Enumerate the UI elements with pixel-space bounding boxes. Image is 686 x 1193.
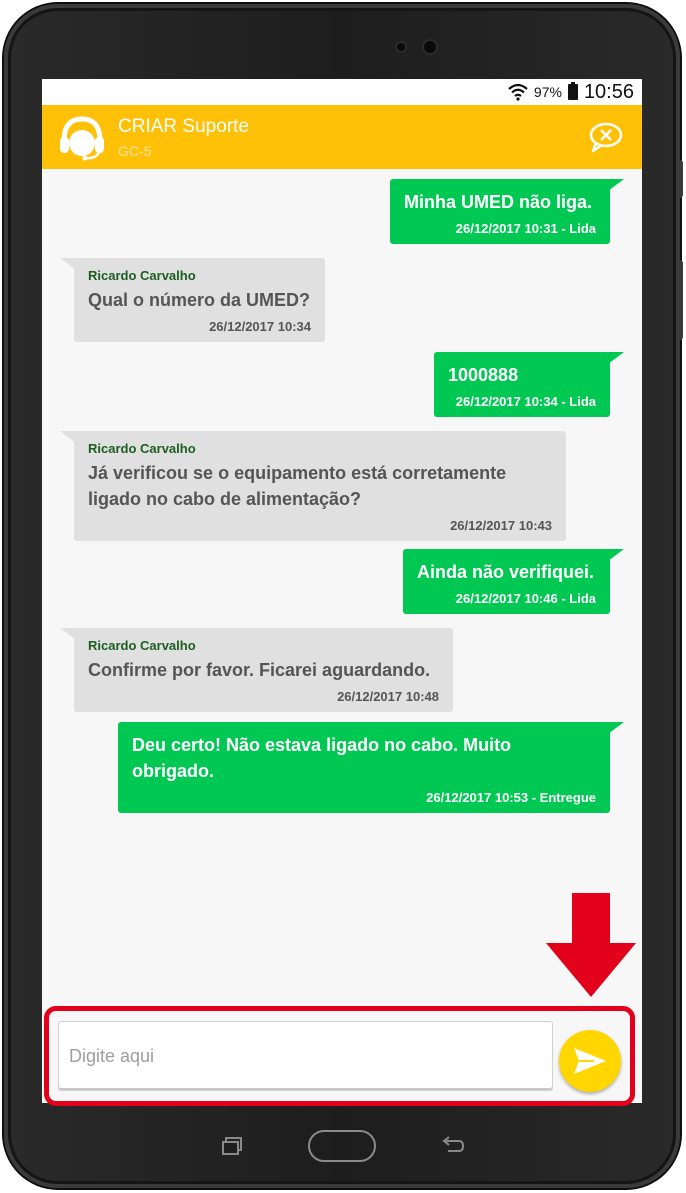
power-button: [677, 260, 683, 340]
message-incoming: Ricardo Carvalho Confirme por favor. Fic…: [74, 628, 453, 712]
message-input[interactable]: [58, 1021, 553, 1091]
send-button[interactable]: [559, 1030, 621, 1092]
message-incoming: Ricardo Carvalho Qual o número da UMED? …: [74, 258, 325, 342]
message-text: Deu certo! Não estava ligado no cabo. Mu…: [132, 735, 512, 781]
message-timestamp: 26/12/2017 10:31 - Lida: [455, 221, 596, 236]
message-sender: Ricardo Carvalho: [88, 441, 196, 456]
message-text: Confirme por favor. Ficarei aguardando.: [88, 660, 431, 680]
wifi-icon: [508, 83, 528, 101]
home-button[interactable]: [308, 1130, 376, 1162]
message-list: Minha UMED não liga. 26/12/2017 10:31 - …: [42, 169, 642, 1003]
message-sender: Ricardo Carvalho: [88, 268, 196, 283]
battery-icon: [567, 82, 578, 100]
message-text: 1000888: [448, 365, 519, 385]
message-timestamp: 26/12/2017 10:34 - Lida: [455, 394, 596, 409]
message-outgoing: Minha UMED não liga. 26/12/2017 10:31 - …: [390, 179, 610, 244]
message-timestamp: 26/12/2017 10:34: [209, 319, 311, 334]
message-timestamp: 26/12/2017 10:46 - Lida: [455, 591, 596, 606]
message-text: Já verificou se o equipamento está corre…: [88, 463, 507, 509]
sensor: [397, 43, 405, 51]
back-icon[interactable]: [440, 1136, 464, 1156]
close-chat-icon[interactable]: [588, 121, 624, 153]
message-outgoing: Ainda não verifiquei. 26/12/2017 10:46 -…: [403, 549, 610, 614]
message-timestamp: 26/12/2017 10:43: [450, 518, 552, 533]
message-incoming: Ricardo Carvalho Já verificou se o equip…: [74, 431, 566, 541]
message-text: Qual o número da UMED?: [88, 290, 311, 310]
app-bar: CRIAR Suporte GC-5: [42, 105, 642, 169]
send-icon: [574, 1048, 606, 1074]
front-camera: [424, 41, 436, 53]
message-timestamp: 26/12/2017 10:48: [337, 689, 439, 704]
battery-percent: 97%: [533, 84, 562, 100]
recent-apps-icon[interactable]: [221, 1137, 243, 1155]
chat-subtitle: GC-5: [118, 143, 152, 159]
message-text: Ainda não verifiquei.: [417, 562, 595, 582]
message-outgoing: Deu certo! Não estava ligado no cabo. Mu…: [118, 722, 610, 813]
arrow-down-icon: [546, 893, 636, 997]
message-outgoing: 1000888 26/12/2017 10:34 - Lida: [434, 352, 610, 417]
volume-button: [677, 160, 683, 198]
message-text: Minha UMED não liga.: [404, 192, 593, 212]
message-timestamp: 26/12/2017 10:53 - Entregue: [426, 790, 596, 805]
message-sender: Ricardo Carvalho: [88, 638, 196, 653]
headset-icon: [60, 116, 104, 161]
clock: 10:56: [583, 80, 634, 103]
status-bar: 97% 10:56: [42, 79, 642, 105]
message-composer: [42, 1003, 642, 1103]
chat-title: CRIAR Suporte: [118, 116, 249, 137]
